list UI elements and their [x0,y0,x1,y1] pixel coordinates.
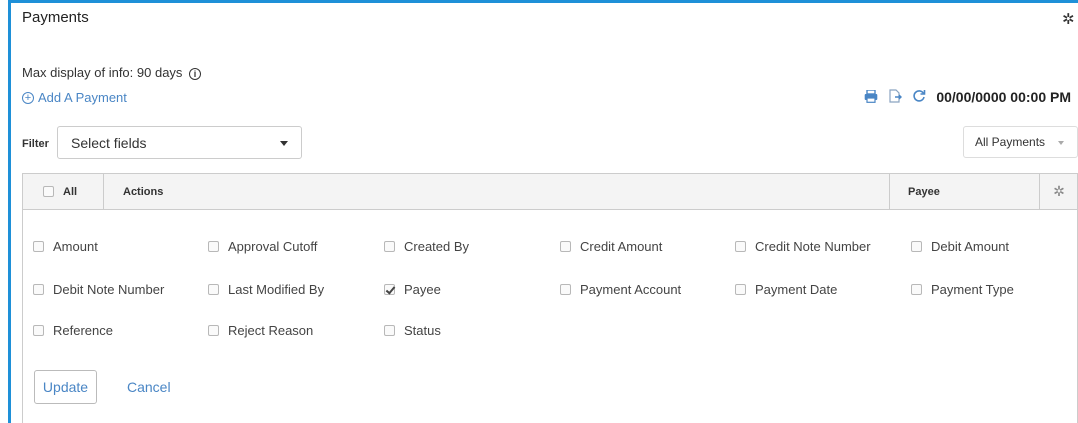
field-checkbox[interactable] [560,241,571,252]
payments-view-value: All Payments [975,135,1046,149]
field-option[interactable]: Status [384,323,441,338]
caret-down-icon [280,141,288,146]
filter-label: Filter [22,138,49,150]
export-icon[interactable] [888,89,903,105]
add-payment-label: Add A Payment [38,90,127,105]
max-display-text: Max display of info: 90 days [22,65,183,80]
field-option[interactable]: Amount [33,239,98,254]
field-checkbox[interactable] [33,325,44,336]
field-checkbox[interactable] [735,241,746,252]
field-option[interactable]: Approval Cutoff [208,239,317,254]
toolbar-right: 00/00/0000 00:00 PM [864,88,1071,105]
field-label: Reference [53,323,113,338]
field-checkbox[interactable] [560,284,571,295]
field-checkbox[interactable] [911,284,922,295]
filter-fields-select[interactable]: Select fields [57,126,302,159]
field-option[interactable]: Reject Reason [208,323,313,338]
field-checkbox[interactable] [384,241,395,252]
field-label: Credit Amount [580,239,663,254]
plus-circle-icon: + [22,91,34,104]
field-checkbox[interactable] [33,241,44,252]
field-label: Created By [404,239,470,254]
field-label: Credit Note Number [755,239,871,254]
add-payment-link[interactable]: + Add A Payment [22,90,127,105]
field-label: Payment Type [931,282,1014,297]
field-label: Last Modified By [228,282,325,297]
field-label: Payment Date [755,282,838,297]
caret-down-icon [1058,141,1064,145]
column-chooser-panel: Amount Approval Cutoff Created By Credit Am… [22,210,1078,423]
field-option[interactable]: Last Modified By [208,282,324,297]
grid-header: All Actions Payee ✲ [22,173,1078,210]
payments-view-select[interactable]: All Payments [963,126,1078,158]
refresh-icon[interactable] [912,89,926,105]
info-icon[interactable]: i [189,68,202,80]
field-label: Approval Cutoff [228,239,318,254]
field-checkbox[interactable] [33,284,44,295]
field-checkbox[interactable] [208,325,219,336]
field-option[interactable]: Debit Note Number [33,282,164,297]
field-option[interactable]: Debit Amount [911,239,1009,254]
select-all-label: All [63,185,78,198]
field-checkbox[interactable] [384,284,395,295]
field-checkbox[interactable] [208,284,219,295]
gear-icon[interactable]: ✲ [1062,12,1075,27]
field-checkbox[interactable] [911,241,922,252]
field-label: Amount [53,239,98,254]
gear-icon[interactable]: ✲ [1039,174,1078,209]
field-label: Status [404,323,441,338]
field-label: Debit Amount [931,239,1010,254]
page-title: Payments [22,9,89,26]
update-button[interactable]: Update [34,370,97,404]
field-label: Debit Note Number [53,282,165,297]
field-checkbox[interactable] [384,325,395,336]
field-option[interactable]: Payment Date [735,282,837,297]
field-option[interactable]: Credit Amount [560,239,662,254]
field-checkbox[interactable] [735,284,746,295]
column-header-payee[interactable]: Payee [889,174,1039,209]
field-option[interactable]: Reference [33,323,113,338]
field-label: Payment Account [580,282,682,297]
field-checkbox[interactable] [208,241,219,252]
last-refresh-timestamp: 00/00/0000 00:00 PM [936,89,1071,105]
field-option[interactable]: Payment Account [560,282,681,297]
field-option[interactable]: Payment Type [911,282,1014,297]
print-icon[interactable] [864,88,878,105]
select-all-checkbox[interactable] [43,186,54,197]
max-display-info: Max display of info: 90 days i [22,65,202,80]
field-option[interactable]: Credit Note Number [735,239,871,254]
filter-select-placeholder: Select fields [71,134,147,151]
field-option[interactable]: Created By [384,239,469,254]
field-label: Payee [404,282,441,297]
column-header-actions: Actions [123,185,164,198]
field-label: Reject Reason [228,323,314,338]
select-all-column[interactable]: All [23,174,104,209]
field-option[interactable]: Payee [384,282,441,297]
cancel-link[interactable]: Cancel [127,379,171,395]
